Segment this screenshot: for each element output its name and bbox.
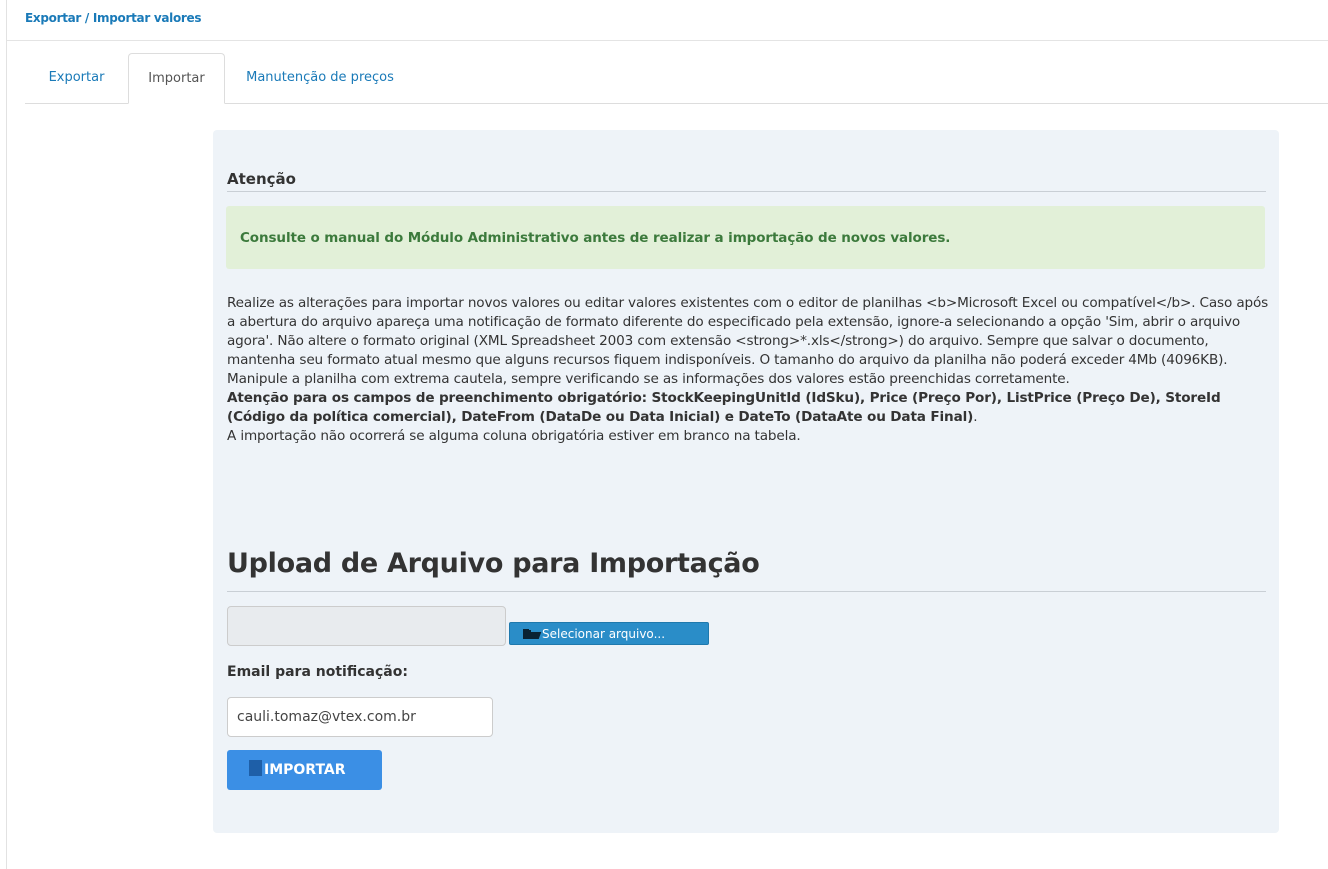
import-button[interactable]: IMPORTAR xyxy=(227,750,382,790)
instructions-text: Realize as alterações para importar novo… xyxy=(227,294,1272,446)
attention-divider xyxy=(227,191,1266,192)
import-button-label: IMPORTAR xyxy=(264,762,346,778)
import-icon xyxy=(249,760,262,776)
left-border xyxy=(6,0,7,869)
attention-title: Atenção xyxy=(227,170,296,188)
email-field[interactable] xyxy=(227,697,493,737)
import-panel: Atenção Consulte o manual do Módulo Admi… xyxy=(213,130,1279,833)
select-file-button[interactable]: Selecionar arquivo... xyxy=(509,622,709,645)
email-label: Email para notificação: xyxy=(227,664,408,680)
required-fields-suffix: . xyxy=(973,409,978,425)
tab-manutencao-precos[interactable]: Manutenção de preços xyxy=(225,53,415,103)
upload-divider xyxy=(227,591,1266,592)
tab-importar[interactable]: Importar xyxy=(128,53,225,104)
tab-bar: Exportar Importar Manutenção de preços xyxy=(25,53,1328,104)
select-file-label: Selecionar arquivo... xyxy=(542,627,666,641)
tab-exportar[interactable]: Exportar xyxy=(25,53,128,103)
required-note: A importação não ocorrerá se alguma colu… xyxy=(227,428,801,444)
file-path-field[interactable] xyxy=(227,606,506,646)
manual-alert: Consulte o manual do Módulo Administrati… xyxy=(226,206,1265,269)
upload-title: Upload de Arquivo para Importação xyxy=(227,548,760,579)
header-divider xyxy=(7,40,1328,41)
breadcrumb[interactable]: Exportar / Importar valores xyxy=(25,11,202,25)
instructions-paragraph: Realize as alterações para importar novo… xyxy=(227,295,1269,387)
required-fields-text: Atenção para os campos de preenchimento … xyxy=(227,390,1221,425)
folder-open-icon xyxy=(523,629,542,639)
